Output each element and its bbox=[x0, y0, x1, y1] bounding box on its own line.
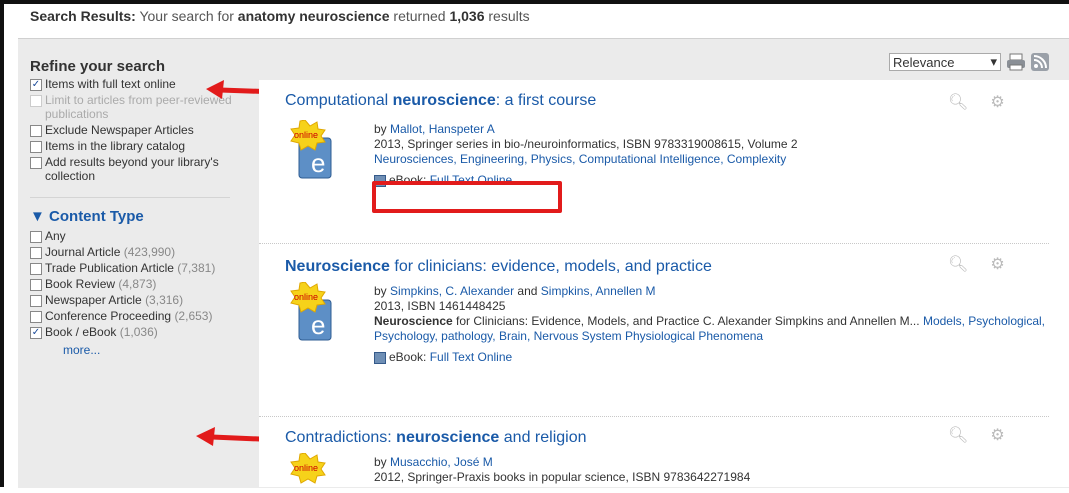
full-text-online-link[interactable]: Full Text Online bbox=[430, 350, 512, 365]
cite-icon[interactable]: ⚙︎ bbox=[990, 92, 1004, 112]
print-icon[interactable] bbox=[1005, 53, 1027, 71]
ebook-icon bbox=[374, 351, 386, 364]
svg-text:online: online bbox=[294, 130, 318, 140]
publication-info: 2013, ISBN 1461448425 bbox=[374, 299, 506, 313]
sort-select[interactable]: Relevance ▾ bbox=[889, 53, 1001, 71]
cite-icon[interactable]: ⚙︎ bbox=[990, 254, 1004, 274]
result-snippet: Neuroscience for Clinicians: Evidence, M… bbox=[374, 314, 1046, 343]
result-actions: 🔍︎ ⚙︎ bbox=[948, 425, 1018, 445]
result-meta: by Mallot, Hanspeter A 2013, Springer se… bbox=[374, 122, 1064, 188]
author-link[interactable]: Simpkins, C. Alexander bbox=[390, 284, 514, 298]
svg-text:online: online bbox=[294, 463, 318, 473]
svg-text:e: e bbox=[311, 310, 325, 340]
publication-info: 2013, Springer series in bio-/neuroinfor… bbox=[374, 137, 798, 151]
result-actions: 🔍︎ ⚙︎ bbox=[948, 254, 1018, 274]
highlight-box bbox=[372, 181, 562, 213]
svg-text:online: online bbox=[294, 292, 318, 302]
results-list: Computational neuroscience: a first cour… bbox=[259, 80, 1069, 487]
result-meta: by Simpkins, C. Alexander and Simpkins, … bbox=[374, 284, 1064, 365]
author-link[interactable]: Simpkins, Annellen M bbox=[541, 284, 656, 298]
ebook-online-badge: e online bbox=[290, 120, 332, 179]
result-item: Contradictions: neuroscience and religio… bbox=[285, 427, 1065, 484]
result-separator bbox=[259, 416, 1049, 417]
ebook-access: eBook: Full Text Online bbox=[374, 350, 1064, 365]
dropdown-arrow-icon: ▾ bbox=[990, 54, 997, 69]
result-actions: 🔍︎ ⚙︎ bbox=[948, 92, 1018, 112]
svg-text:e: e bbox=[311, 148, 325, 178]
rss-icon[interactable] bbox=[1031, 53, 1049, 71]
ebook-online-badge: e online bbox=[290, 282, 332, 341]
result-separator bbox=[259, 243, 1049, 244]
ebook-online-badge: online bbox=[290, 453, 326, 484]
results-toolbar: Relevance ▾ bbox=[889, 53, 1049, 71]
result-meta: by Musacchio, José M 2012, Springer-Prax… bbox=[374, 455, 1064, 485]
publication-info: 2012, Springer-Praxis books in popular s… bbox=[374, 470, 751, 484]
preview-icon[interactable]: 🔍︎ bbox=[948, 425, 968, 445]
result-item: Neuroscience for clinicians: evidence, m… bbox=[285, 256, 1065, 364]
cite-icon[interactable]: ⚙︎ bbox=[990, 425, 1004, 445]
preview-icon[interactable]: 🔍︎ bbox=[948, 254, 968, 274]
subject-links[interactable]: Neurosciences, Engineering, Physics, Com… bbox=[374, 152, 1064, 167]
author-link[interactable]: Musacchio, José M bbox=[390, 455, 493, 469]
result-item: Computational neuroscience: a first cour… bbox=[285, 92, 1065, 187]
author-link[interactable]: Mallot, Hanspeter A bbox=[390, 122, 495, 136]
preview-icon[interactable]: 🔍︎ bbox=[948, 92, 968, 112]
